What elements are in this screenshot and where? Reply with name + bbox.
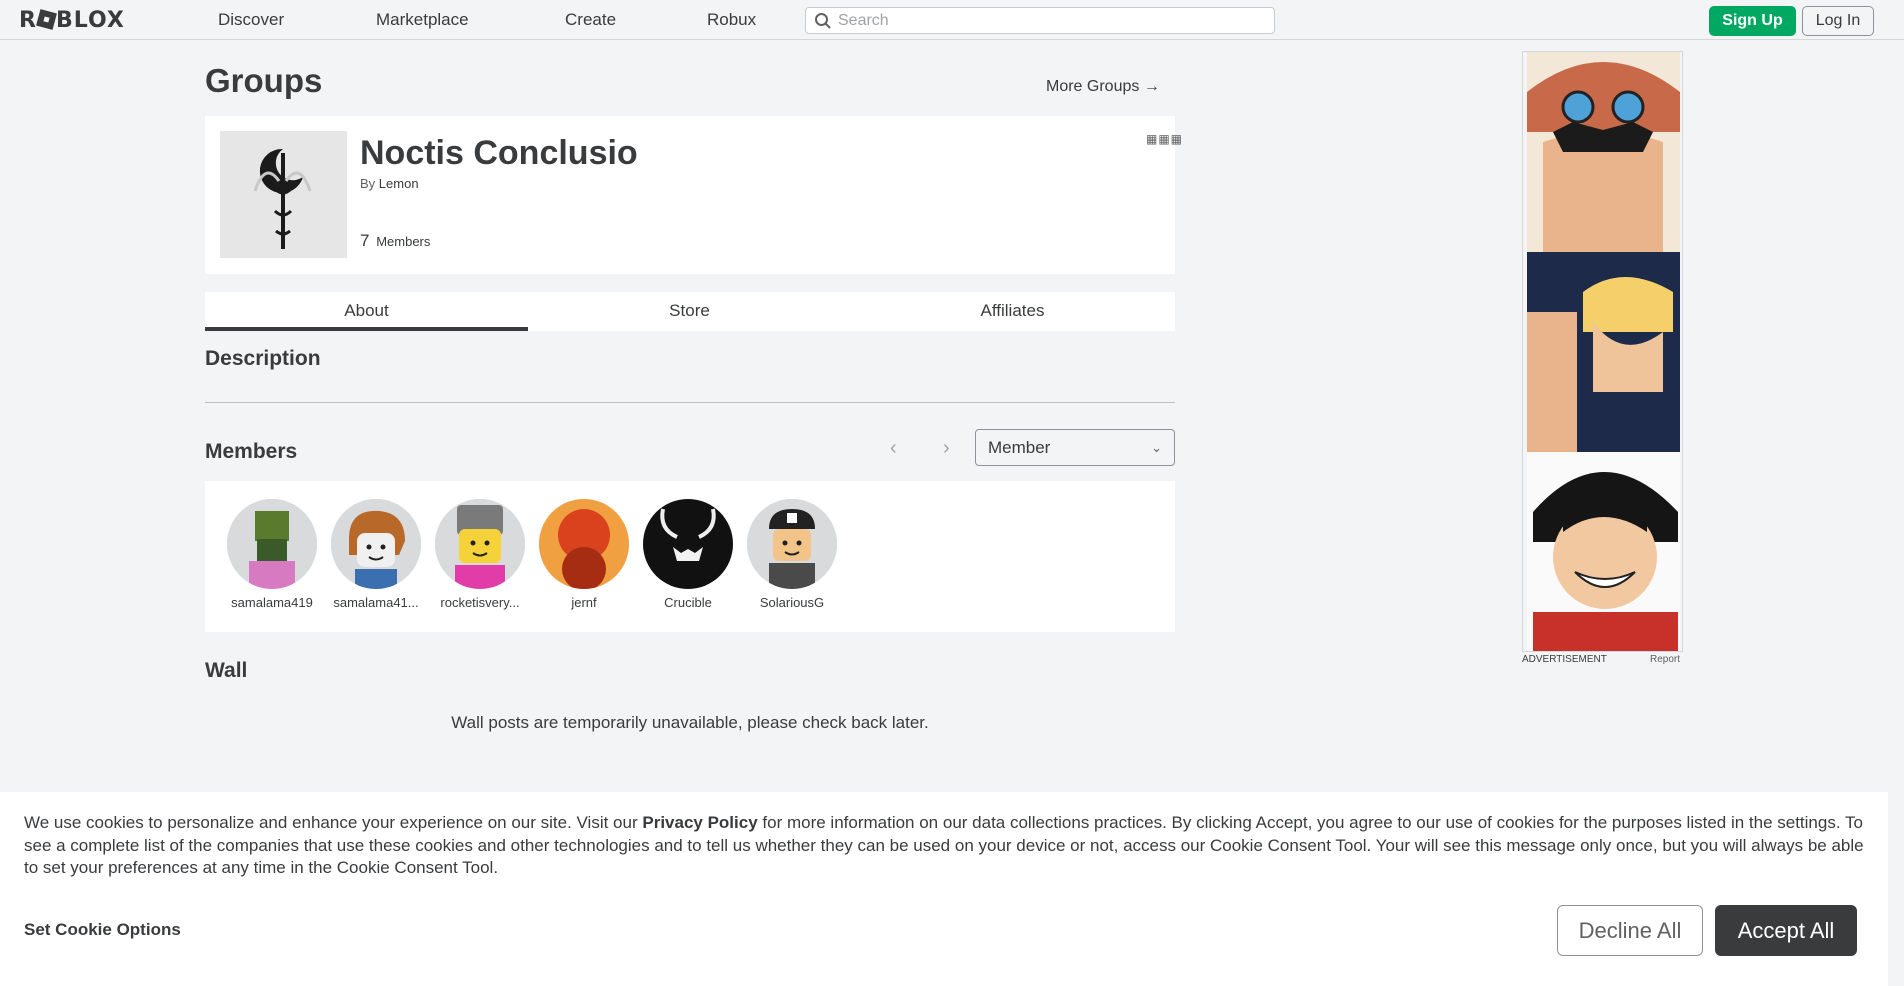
advertisement-label: ADVERTISEMENT bbox=[1522, 654, 1607, 665]
nav-create[interactable]: Create bbox=[565, 10, 616, 30]
top-navigation-bar: R BLOX Discover Marketplace Create Robux … bbox=[0, 0, 1904, 40]
log-in-button[interactable]: Log In bbox=[1802, 6, 1874, 36]
search-box bbox=[805, 7, 1275, 34]
role-dropdown-value: Member bbox=[988, 438, 1051, 457]
member-count-label: Members bbox=[376, 234, 431, 249]
cookie-message: We use cookies to personalize and enhanc… bbox=[24, 812, 1864, 880]
nav-discover[interactable]: Discover bbox=[218, 10, 284, 30]
description-title: Description bbox=[205, 347, 321, 370]
member-avatar bbox=[331, 499, 421, 589]
member-name: SolariousG bbox=[759, 595, 825, 610]
tab-about[interactable]: About bbox=[205, 292, 528, 331]
privacy-policy-link[interactable]: Privacy Policy bbox=[642, 813, 757, 832]
members-title: Members bbox=[205, 440, 298, 463]
member-avatar bbox=[435, 499, 525, 589]
member-avatar bbox=[227, 499, 317, 589]
member-tile[interactable]: Crucible bbox=[638, 499, 738, 610]
member-name: Crucible bbox=[664, 595, 712, 610]
tab-affiliates[interactable]: Affiliates bbox=[851, 292, 1174, 331]
group-owner-line: By Lemon bbox=[360, 176, 419, 191]
member-tile[interactable]: samalama41... bbox=[326, 499, 426, 610]
group-header-card: Noctis Conclusio By Lemon 7 Members ▦▦▦ bbox=[205, 116, 1182, 274]
member-count-value: 7 bbox=[360, 231, 370, 250]
member-name: samalama41... bbox=[333, 595, 419, 610]
member-tile[interactable]: jernf bbox=[534, 499, 634, 610]
section-divider bbox=[205, 402, 1175, 403]
logo-square-icon bbox=[36, 9, 57, 30]
members-list: samalama419 samalama41... rocketisvery..… bbox=[205, 481, 1175, 632]
chevron-right-icon[interactable]: › bbox=[943, 437, 950, 460]
group-name: Noctis Conclusio bbox=[360, 134, 638, 172]
sign-up-button[interactable]: Sign Up bbox=[1709, 6, 1796, 36]
role-dropdown[interactable]: Member ⌄ bbox=[975, 429, 1175, 466]
wall-title: Wall bbox=[205, 659, 248, 682]
member-avatar bbox=[539, 499, 629, 589]
search-input[interactable] bbox=[838, 10, 1258, 31]
member-tile[interactable]: samalama419 bbox=[222, 499, 322, 610]
search-icon[interactable] bbox=[814, 12, 832, 30]
wall-unavailable-message: Wall posts are temporarily unavailable, … bbox=[451, 713, 929, 732]
decline-all-button[interactable]: Decline All bbox=[1557, 905, 1703, 956]
cookie-consent-banner: We use cookies to personalize and enhanc… bbox=[0, 792, 1888, 986]
more-dots-icon[interactable]: ▦▦▦ bbox=[1146, 132, 1183, 146]
chevron-left-icon[interactable]: ‹ bbox=[890, 437, 897, 460]
member-count: 7 Members bbox=[360, 231, 430, 251]
member-avatar bbox=[747, 499, 837, 589]
member-name: rocketisvery... bbox=[440, 595, 520, 610]
accept-all-button[interactable]: Accept All bbox=[1715, 905, 1857, 956]
report-ad-link[interactable]: Report bbox=[1650, 654, 1680, 665]
page-title: Groups bbox=[205, 62, 323, 99]
chevron-down-icon: ⌄ bbox=[1151, 440, 1162, 455]
more-groups-link[interactable]: More Groups → bbox=[1046, 78, 1160, 96]
set-cookie-options-link[interactable]: Set Cookie Options bbox=[24, 920, 181, 940]
cookie-text-start: We use cookies to personalize and enhanc… bbox=[24, 813, 643, 832]
member-name: samalama419 bbox=[231, 595, 313, 610]
tab-store[interactable]: Store bbox=[528, 292, 851, 331]
advertisement-image[interactable] bbox=[1522, 51, 1683, 652]
member-tile[interactable]: rocketisvery... bbox=[430, 499, 530, 610]
roblox-logo[interactable]: R BLOX bbox=[19, 8, 125, 33]
member-name: jernf bbox=[571, 595, 597, 610]
nav-marketplace[interactable]: Marketplace bbox=[376, 10, 469, 30]
by-label: By bbox=[360, 176, 376, 191]
member-tile[interactable]: SolariousG bbox=[742, 499, 842, 610]
group-owner-link[interactable]: Lemon bbox=[379, 176, 419, 191]
group-tabs: About Store Affiliates bbox=[205, 292, 1175, 331]
group-emblem-image bbox=[220, 131, 347, 258]
nav-robux[interactable]: Robux bbox=[707, 10, 756, 30]
member-avatar bbox=[643, 499, 733, 589]
